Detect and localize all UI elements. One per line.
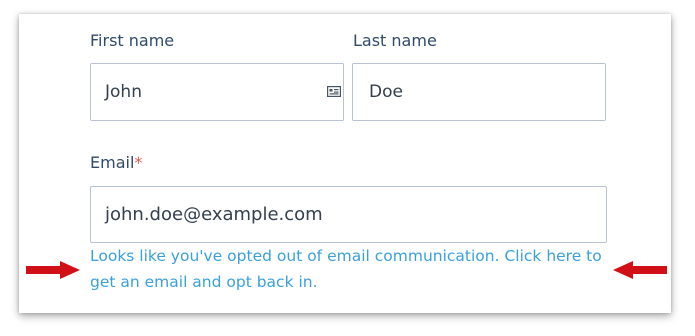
email-field[interactable]: john.doe@example.com	[90, 186, 607, 243]
contact-card-icon	[327, 86, 341, 97]
email-label: Email*	[90, 153, 143, 172]
first-name-field[interactable]: John	[90, 63, 344, 121]
form-card: First name John Last name Doe Email* joh…	[19, 14, 671, 313]
opt-in-help-link[interactable]: Looks like you've opted out of email com…	[90, 243, 620, 295]
first-name-label: First name	[90, 31, 175, 50]
page: First name John Last name Doe Email* joh…	[0, 0, 695, 336]
first-name-value: John	[105, 82, 142, 102]
last-name-field[interactable]: Doe	[352, 63, 606, 121]
email-value: john.doe@example.com	[105, 204, 323, 225]
last-name-label: Last name	[353, 31, 437, 50]
arrow-left-icon	[613, 261, 667, 279]
required-marker: *	[134, 153, 143, 172]
arrow-right-icon	[26, 261, 80, 279]
last-name-value: Doe	[369, 82, 403, 102]
